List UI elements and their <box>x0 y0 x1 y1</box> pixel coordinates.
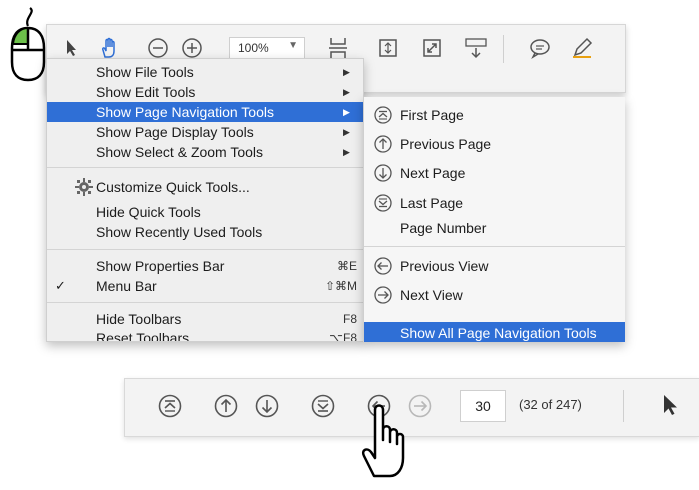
first-page-icon <box>374 106 392 124</box>
submenu-arrow-icon: ▶ <box>343 127 350 137</box>
quick-tools-context-menu: Show File Tools ▶ Show Edit Tools ▶ Show… <box>46 58 364 342</box>
select-arrow-icon[interactable] <box>658 393 682 417</box>
submenu-item-first-page[interactable]: First Page <box>364 104 625 126</box>
menu-item-hide-toolbars[interactable]: Hide Toolbars F8 <box>47 309 363 329</box>
submenu-arrow-icon: ▶ <box>343 107 350 117</box>
shortcut-label: ⌥F8 <box>329 331 357 342</box>
menu-item-reset-toolbars[interactable]: Reset Toolbars ⌥F8 <box>47 328 363 342</box>
submenu-arrow-icon: ▶ <box>343 87 350 97</box>
submenu-item-next-page[interactable]: Next Page <box>364 162 625 184</box>
page-navigation-submenu: First Page Previous Page Next Page Last … <box>363 97 625 342</box>
last-page-icon[interactable] <box>311 394 335 418</box>
toolbar-divider <box>623 390 624 422</box>
previous-page-icon[interactable] <box>214 394 238 418</box>
menu-separator <box>47 302 363 303</box>
submenu-item-previous-page[interactable]: Previous Page <box>364 133 625 155</box>
submenu-arrow-icon: ▶ <box>343 147 350 157</box>
page-count-label: (32 of 247) <box>519 397 582 412</box>
previous-view-icon <box>374 257 392 275</box>
chevron-down-icon: ▼ <box>288 40 298 51</box>
submenu-separator <box>364 246 625 247</box>
next-view-icon[interactable] <box>408 394 432 418</box>
zoom-level-select[interactable]: 100% ▼ <box>229 37 305 59</box>
menu-item-show-page-display-tools[interactable]: Show Page Display Tools ▶ <box>47 122 363 142</box>
zoom-level-value: 100% <box>238 41 269 55</box>
menu-item-show-properties-bar[interactable]: Show Properties Bar ⌘E <box>47 256 363 276</box>
submenu-item-show-all-page-navigation-tools[interactable]: Show All Page Navigation Tools <box>364 322 625 342</box>
next-page-icon[interactable] <box>255 394 279 418</box>
first-page-icon[interactable] <box>158 394 182 418</box>
toolbar-divider <box>503 35 504 63</box>
highlight-pen-icon[interactable] <box>569 35 595 61</box>
previous-page-icon <box>374 135 392 153</box>
comment-icon[interactable] <box>527 35 553 61</box>
menu-item-show-file-tools[interactable]: Show File Tools ▶ <box>47 62 363 82</box>
page-number-input[interactable]: 30 <box>460 390 506 422</box>
menu-separator <box>47 249 363 250</box>
menu-item-show-page-navigation-tools[interactable]: Show Page Navigation Tools ▶ <box>47 102 363 122</box>
submenu-item-previous-view[interactable]: Previous View <box>364 255 625 277</box>
menu-item-customize-quick-tools[interactable]: Customize Quick Tools... <box>47 177 363 197</box>
hand-pointer-cursor-icon <box>362 404 405 478</box>
menu-separator <box>47 167 363 168</box>
submenu-item-last-page[interactable]: Last Page <box>364 192 625 214</box>
full-screen-icon[interactable] <box>419 35 445 61</box>
next-view-icon <box>374 286 392 304</box>
checkmark-icon: ✓ <box>55 278 66 293</box>
last-page-icon <box>374 194 392 212</box>
menu-item-show-recently-used-tools[interactable]: Show Recently Used Tools <box>47 222 363 242</box>
submenu-item-page-number[interactable]: Page Number <box>364 217 625 239</box>
submenu-arrow-icon: ▶ <box>343 67 350 77</box>
page-navigation-toolbar: 30 (32 of 247) <box>124 378 699 437</box>
page-number-icon[interactable] <box>463 35 489 61</box>
menu-item-hide-quick-tools[interactable]: Hide Quick Tools <box>47 202 363 222</box>
mouse-click-illustration <box>10 7 46 82</box>
shortcut-label: ⌘E <box>336 259 357 273</box>
menu-item-show-select-zoom-tools[interactable]: Show Select & Zoom Tools ▶ <box>47 142 363 162</box>
submenu-item-next-view[interactable]: Next View <box>364 284 625 306</box>
fit-page-icon[interactable] <box>375 35 401 61</box>
next-page-icon <box>374 164 392 182</box>
menu-item-menu-bar[interactable]: ✓ Menu Bar ⇧⌘M <box>47 276 363 296</box>
shortcut-label: F8 <box>342 312 357 326</box>
shortcut-label: ⇧⌘M <box>324 279 357 293</box>
menu-item-show-edit-tools[interactable]: Show Edit Tools ▶ <box>47 82 363 102</box>
